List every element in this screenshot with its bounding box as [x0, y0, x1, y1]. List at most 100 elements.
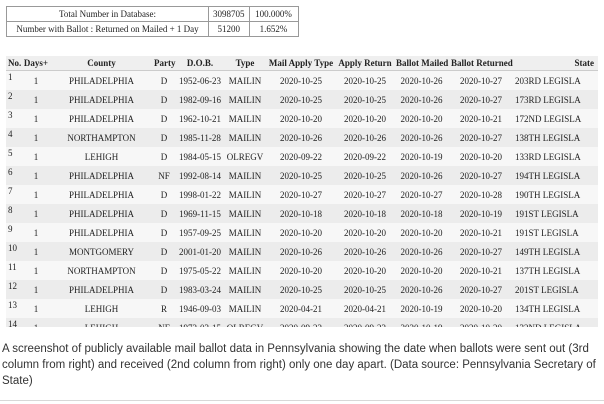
cell-state-district: 172ND LEGISLA [513, 109, 598, 128]
cell-apply-return: 2020-10-26 [336, 242, 394, 261]
cell-type: MAILIN [224, 280, 266, 299]
table-row: 141LEHIGHNF1972-03-15OLREGV2020-09-22202… [6, 318, 598, 327]
cell-row-number: 7 [6, 185, 21, 204]
summary-row: Number with Ballot : Returned on Mailed … [6, 21, 299, 37]
cell-type: MAILIN [224, 70, 266, 90]
cell-type: OLREGV [224, 147, 266, 166]
cell-apply-return: 2020-10-26 [336, 128, 394, 147]
cell-state-district: 134TH LEGISLA [513, 299, 598, 318]
column-header-type: Type [224, 56, 266, 71]
summary-percent: 100.000% [248, 6, 299, 22]
cell-ballot-returned: 2020-10-27 [449, 166, 513, 185]
cell-party: D [152, 223, 176, 242]
cell-ballot-mailed: 2020-10-20 [394, 109, 449, 128]
cell-state-district: 191ST LEGISLA [513, 223, 598, 242]
column-header-apply-return: Apply Return [336, 56, 394, 71]
cell-dob: 1957-09-25 [176, 223, 224, 242]
cell-county: PHILADELPHIA [51, 223, 152, 242]
cell-days-plus: 1 [21, 185, 51, 204]
image-caption: A screenshot of publicly available mail … [2, 343, 596, 387]
cell-type: MAILIN [224, 299, 266, 318]
cell-apply-return: 2020-10-25 [336, 90, 394, 109]
cell-party: D [152, 242, 176, 261]
cell-county: LEHIGH [51, 147, 152, 166]
cell-party: R [152, 299, 176, 318]
cell-county: PHILADELPHIA [51, 204, 152, 223]
table-header-row: No. Days+ County Party D.O.B. Type Mail Apply … [6, 56, 598, 71]
cell-days-plus: 1 [21, 280, 51, 299]
cell-party: D [152, 90, 176, 109]
cell-type: MAILIN [224, 204, 266, 223]
cell-mail-apply-type: 2020-10-18 [266, 204, 336, 223]
cell-ballot-returned: 2020-10-27 [449, 242, 513, 261]
cell-county: PHILADELPHIA [51, 109, 152, 128]
cell-state-district: 190TH LEGISLA [513, 185, 598, 204]
cell-ballot-returned: 2020-10-27 [449, 128, 513, 147]
cell-county: NORTHAMPTON [51, 261, 152, 280]
cell-dob: 1972-03-15 [176, 318, 224, 327]
summary-count: 51200 [208, 21, 250, 37]
cell-type: MAILIN [224, 109, 266, 128]
cell-type: MAILIN [224, 185, 266, 204]
cell-apply-return: 2020-04-21 [336, 299, 394, 318]
cell-type: OLREGV [224, 318, 266, 327]
cell-ballot-mailed: 2020-10-18 [394, 204, 449, 223]
ballot-data-table-viewport[interactable]: No. Days+ County Party D.O.B. Type Mail Apply … [6, 56, 598, 327]
cell-dob: 1952-06-23 [176, 70, 224, 90]
column-header-county: County [51, 56, 152, 71]
cell-row-number: 6 [6, 166, 21, 185]
cell-ballot-returned: 2020-10-21 [449, 109, 513, 128]
table-row: 10 1 MONTGOMERY D 2001-01-20 MAILIN 2020-10-26… [6, 242, 598, 261]
cell-ballot-returned: 2020-10-27 [449, 280, 513, 299]
cell-mail-apply-type: 2020-10-25 [266, 166, 336, 185]
cell-county: PHILADELPHIA [51, 280, 152, 299]
cell-ballot-mailed: 2020-10-19 [394, 299, 449, 318]
cell-row-number: 12 [6, 280, 21, 299]
cell-type: MAILIN [224, 90, 266, 109]
cell-state-district: 138TH LEGISLA [513, 128, 598, 147]
cell-days-plus: 1 [21, 223, 51, 242]
cell-dob: 1998-01-22 [176, 185, 224, 204]
cell-ballot-mailed: 2020-10-26 [394, 166, 449, 185]
cell-state-district: 173RD LEGISLA [513, 90, 598, 109]
cell-mail-apply-type: 2020-10-25 [266, 280, 336, 299]
column-header-mail-apply-type: Mail Apply Type [266, 56, 336, 71]
cell-type: MAILIN [224, 223, 266, 242]
cell-dob: 1969-11-15 [176, 204, 224, 223]
cell-days-plus: 1 [21, 90, 51, 109]
cell-apply-return: 2020-10-18 [336, 204, 394, 223]
cell-state-district: 201ST LEGISLA [513, 280, 598, 299]
cell-ballot-mailed: 2020-10-26 [394, 128, 449, 147]
cell-dob: 1985-11-28 [176, 128, 224, 147]
cell-days-plus: 1 [21, 318, 51, 327]
cell-apply-return: 2020-10-20 [336, 109, 394, 128]
cell-mail-apply-type: 2020-04-21 [266, 299, 336, 318]
cell-county: LEHIGH [51, 299, 152, 318]
cell-row-number: 1 [6, 70, 21, 90]
cell-county: LEHIGH [51, 318, 152, 327]
cell-ballot-mailed: 2020-10-27 [394, 185, 449, 204]
cell-party: D [152, 280, 176, 299]
cell-days-plus: 1 [21, 299, 51, 318]
table-row: 7 1 PHILADELPHIA D 1998-01-22 MAILIN 2020-10-2… [6, 185, 598, 204]
cell-dob: 1946-09-03 [176, 299, 224, 318]
cell-ballot-mailed: 2020-10-26 [394, 90, 449, 109]
table-row: 4 1 NORTHAMPTON D 1985-11-28 MAILIN 2020-10-26… [6, 128, 598, 147]
cell-ballot-returned: 2020-10-27 [449, 70, 513, 90]
table-row: 8 1 PHILADELPHIA D 1969-11-15 MAILIN 2020-10-1… [6, 204, 598, 223]
cell-state-district: 149TH LEGISLA [513, 242, 598, 261]
cell-party: D [152, 128, 176, 147]
cell-days-plus: 1 [21, 109, 51, 128]
cell-apply-return: 2020-10-20 [336, 261, 394, 280]
column-header-ballot-mailed: Ballot Mailed [394, 56, 449, 71]
cell-mail-apply-type: 2020-10-27 [266, 185, 336, 204]
cell-row-number: 10 [6, 242, 21, 261]
column-header-party: Party [152, 56, 176, 71]
cell-row-number: 14 [6, 318, 21, 327]
cell-county: PHILADELPHIA [51, 166, 152, 185]
cell-state-district: 191ST LEGISLA [513, 204, 598, 223]
cell-county: PHILADELPHIA [51, 185, 152, 204]
table-row: 6 1 PHILADELPHIA NF 1992-08-14 MAILIN 2020-10-… [6, 166, 598, 185]
cell-ballot-returned: 2020-10-20 [449, 147, 513, 166]
cell-dob: 1982-09-16 [176, 90, 224, 109]
